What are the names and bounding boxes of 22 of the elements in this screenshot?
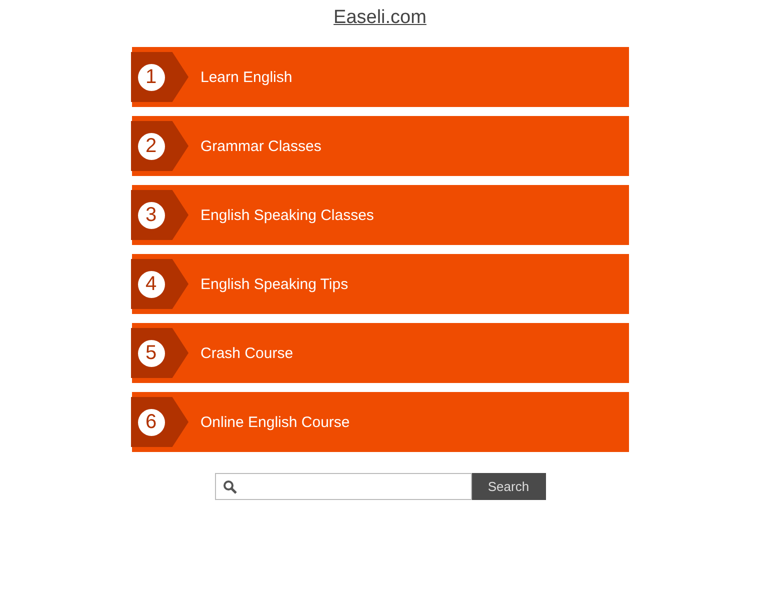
- link-label: Learn English: [200, 68, 292, 86]
- search-button[interactable]: Search: [472, 473, 546, 500]
- number-circle: 1: [138, 64, 164, 90]
- number-circle: 2: [138, 132, 164, 160]
- menu-link[interactable]: 6 Online English Course: [132, 392, 628, 452]
- link-label: Online English Course: [200, 414, 350, 430]
- link-label: English Speaking Classes: [200, 206, 374, 224]
- menu-link[interactable]: 2 Grammar Classes: [132, 116, 628, 176]
- menu-link[interactable]: 5 Crash Course: [132, 323, 628, 383]
- link-label: English Speaking Tips: [200, 276, 348, 292]
- link-label: Grammar Classes: [200, 138, 322, 154]
- menu-link[interactable]: 4 English Speaking Tips: [132, 254, 628, 314]
- menu-link[interactable]: 3 English Speaking Classes: [132, 185, 628, 245]
- number-circle: 3: [138, 202, 164, 228]
- number-circle: 4: [138, 270, 164, 298]
- search-field[interactable]: [214, 473, 472, 500]
- site-title-link[interactable]: Easeli.com: [334, 7, 426, 29]
- menu-link[interactable]: 1 Learn English: [132, 47, 628, 107]
- search-icon: [222, 480, 236, 494]
- link-label: Crash Course: [200, 344, 294, 362]
- number-circle: 5: [138, 340, 164, 366]
- number-circle: 6: [138, 408, 164, 436]
